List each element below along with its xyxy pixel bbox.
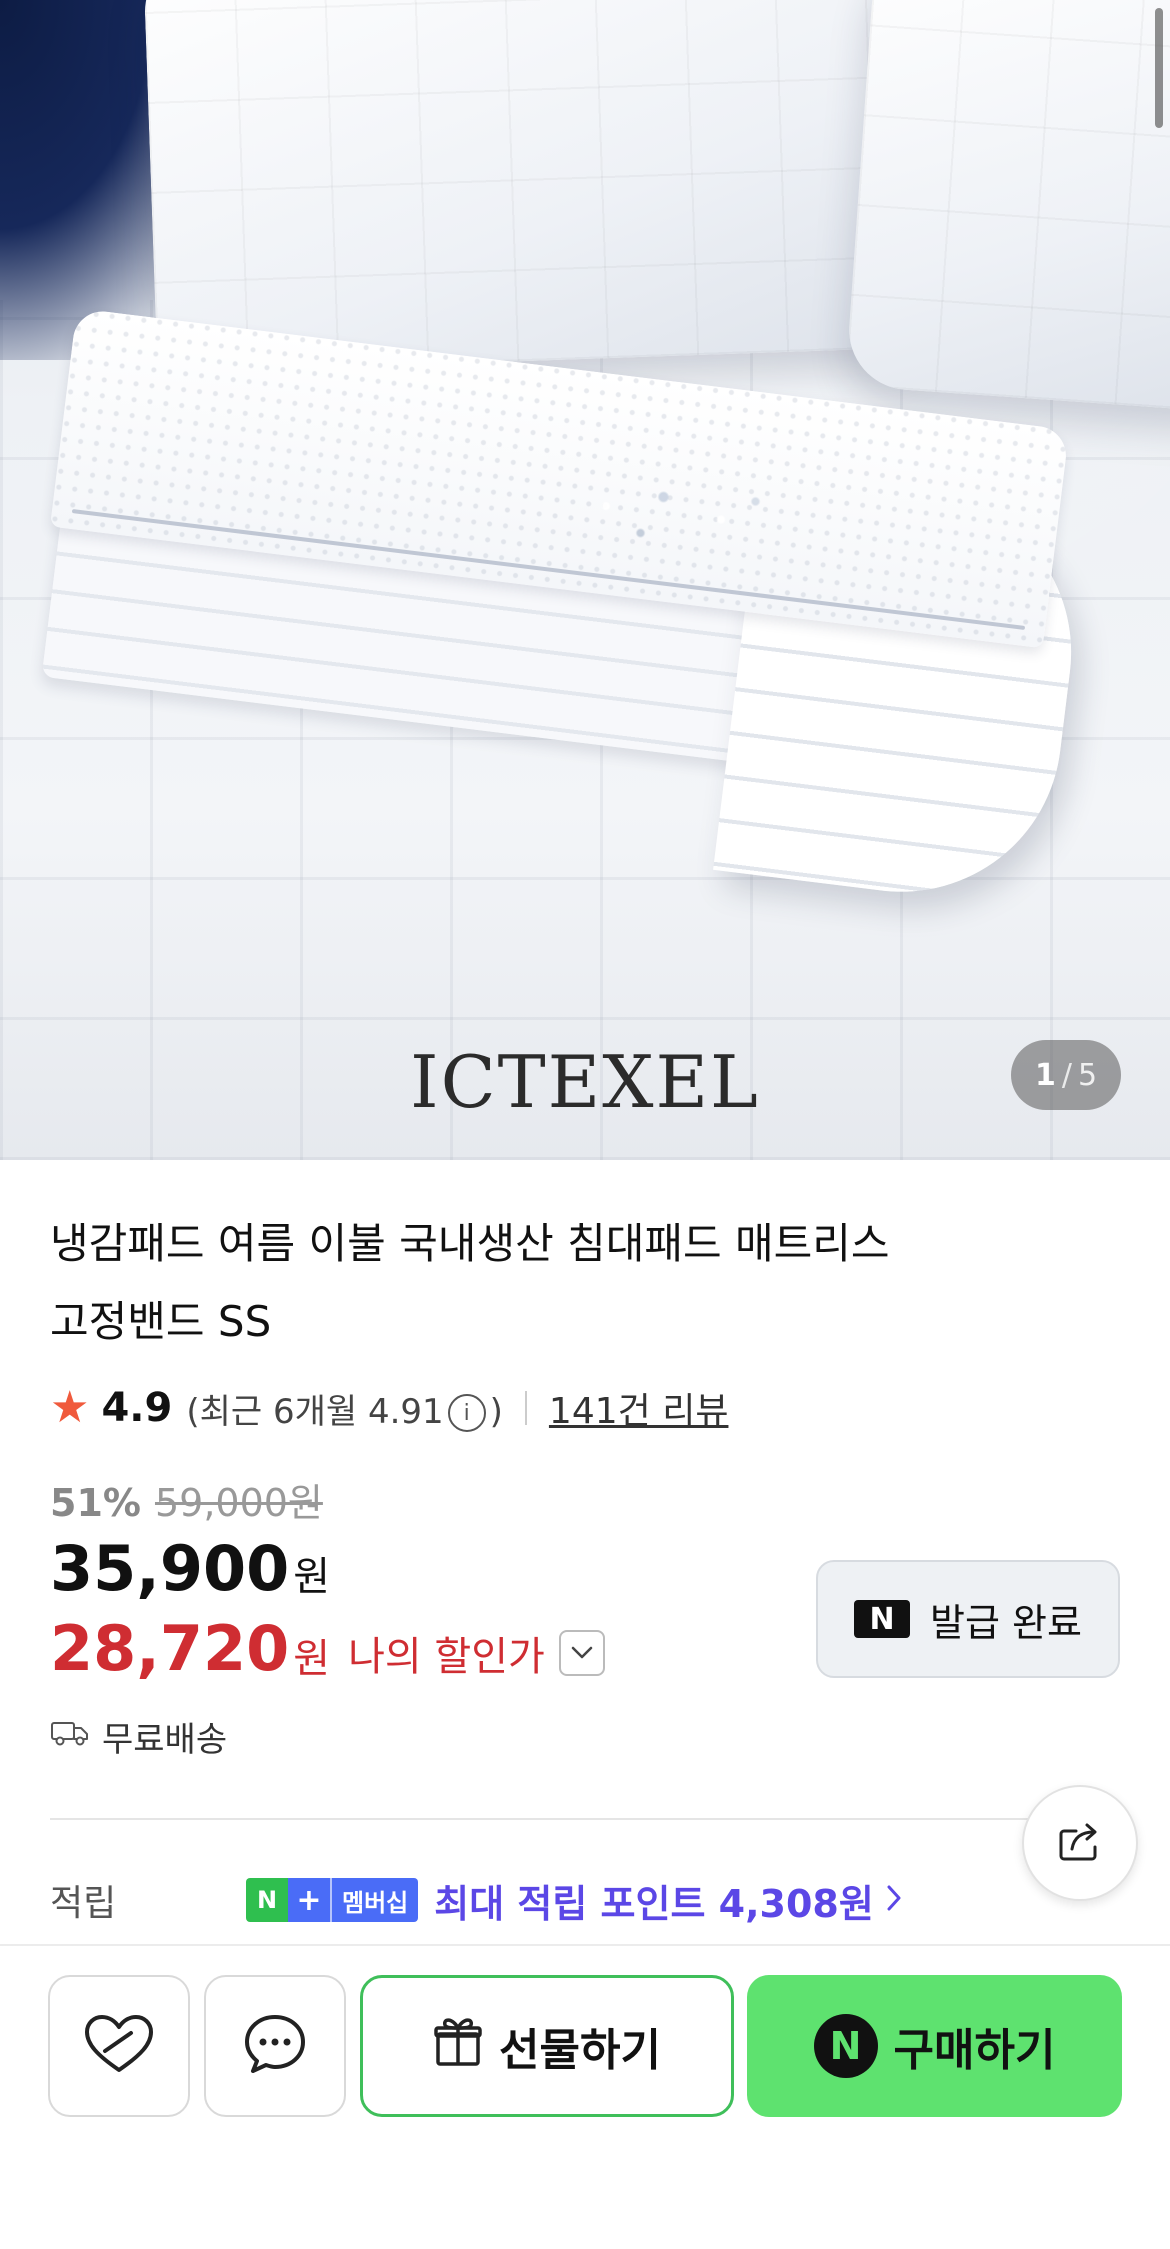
- talk-button[interactable]: [204, 1975, 346, 2117]
- discount-row: 51% 59,000원: [50, 1472, 323, 1527]
- image-counter: 1 / 5: [1011, 1040, 1121, 1110]
- chevron-down-icon[interactable]: [558, 1629, 605, 1676]
- sale-price: 35,900: [50, 1532, 290, 1605]
- divider: [524, 1391, 527, 1425]
- star-icon: ★: [50, 1382, 90, 1433]
- gift-button[interactable]: 선물하기: [360, 1975, 734, 2117]
- points-row[interactable]: 적립 N + 멤버십 최대 적립 포인트 4,308원: [50, 1870, 1120, 1930]
- rating-value: 4.9: [101, 1385, 173, 1431]
- chat-icon: [243, 2013, 307, 2079]
- naver-plus-membership-badge: N + 멤버십: [246, 1878, 419, 1922]
- product-image[interactable]: ICTEXEL 1 / 5: [0, 0, 1170, 1160]
- naver-n-icon: N: [854, 1600, 911, 1638]
- coupon-issued-button[interactable]: N 발급 완료: [816, 1560, 1120, 1678]
- truck-icon: [50, 1717, 90, 1757]
- wishlist-button[interactable]: [48, 1975, 190, 2117]
- section-divider: [50, 1818, 1120, 1820]
- my-price-label: 나의 할인가: [348, 1633, 545, 1680]
- pillow-right: [845, 0, 1170, 414]
- buy-label: 구매하기: [893, 2025, 1056, 2076]
- brand-logo: ICTEXEL: [410, 1040, 760, 1124]
- original-price: 59,000원: [154, 1481, 323, 1525]
- my-price-unit: 원: [293, 1635, 331, 1682]
- my-price-row[interactable]: 28,720 원 나의 할인가: [50, 1612, 605, 1685]
- bottom-bar-divider: [0, 1944, 1170, 1946]
- info-icon[interactable]: i: [447, 1394, 486, 1432]
- water-droplets: [560, 470, 790, 560]
- buy-button[interactable]: N 구매하기: [747, 1975, 1122, 2117]
- discount-rate: 51%: [50, 1481, 141, 1525]
- sale-price-unit: 원: [293, 1554, 331, 1600]
- points-label: 적립: [50, 1883, 117, 1924]
- heart-icon: [83, 2013, 155, 2079]
- gift-icon: [433, 2014, 483, 2079]
- chevron-right-icon: [886, 1880, 902, 1921]
- sale-price-row: 35,900 원: [50, 1532, 330, 1605]
- naver-pay-icon: N: [813, 2014, 878, 2078]
- shipping-label: 무료배송: [102, 1720, 228, 1760]
- max-points-text: 최대 적립 포인트 4,308원: [434, 1881, 874, 1926]
- share-icon: [1056, 1819, 1104, 1867]
- rating-row: ★ 4.9 (최근 6개월 4.91 i) 141건 리뷰: [50, 1380, 728, 1436]
- gift-label: 선물하기: [499, 2025, 661, 2076]
- coupon-label: 발급 완료: [930, 1600, 1082, 1645]
- product-title: 냉감패드 여름 이불 국내생산 침대패드 매트리스 고정밴드 SS: [50, 1219, 890, 1346]
- recent-rating: (최근 6개월 4.91 i): [186, 1391, 503, 1432]
- pillow-left: [142, 0, 958, 374]
- my-discount-price: 28,720: [50, 1612, 290, 1685]
- review-link[interactable]: 141건 리뷰: [549, 1382, 729, 1434]
- scrollbar-thumb[interactable]: [1155, 8, 1163, 128]
- shipping-row: 무료배송: [50, 1712, 227, 1761]
